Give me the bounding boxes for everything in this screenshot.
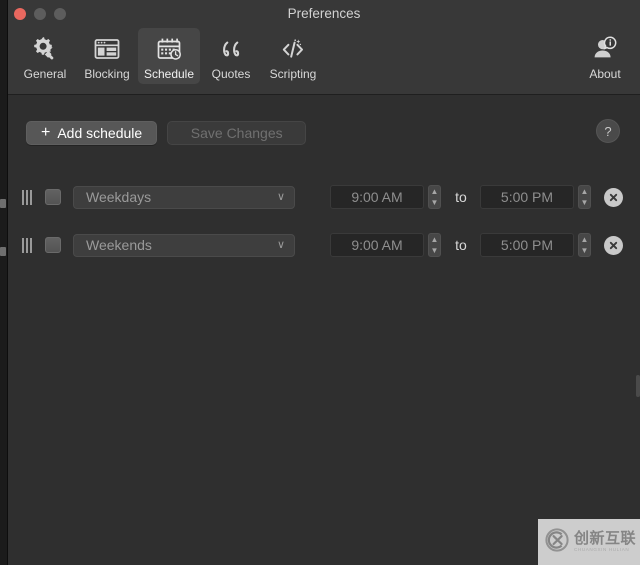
schedule-row: Weekdays ∨ 9:00 AM ▲ ▼ to 5:00 PM ▲ ▼ (8, 173, 640, 221)
watermark-en: CHUANGXIN HULIAN (574, 547, 630, 553)
stepper-up-icon: ▲ (430, 186, 439, 196)
help-button[interactable]: ? (596, 119, 620, 143)
save-changes-label: Save Changes (190, 125, 283, 141)
start-time-field[interactable]: 9:00 AM (330, 233, 424, 257)
code-sparkle-icon (278, 32, 308, 66)
delete-schedule-button[interactable] (604, 187, 623, 207)
titlebar: Preferences (8, 0, 640, 28)
toolbar-item-about-label: About (589, 67, 621, 81)
screen: Preferences General Blocking Schedule Qu… (0, 0, 640, 565)
calendar-clock-icon (154, 32, 184, 66)
toolbar-item-general-label: General (23, 67, 67, 81)
start-time-stepper[interactable]: ▲ ▼ (428, 185, 441, 209)
schedule-list: Weekdays ∨ 9:00 AM ▲ ▼ to 5:00 PM ▲ ▼ We… (8, 173, 640, 269)
toolbar-item-schedule[interactable]: Schedule (138, 28, 200, 84)
to-label: to (455, 189, 467, 205)
schedule-enabled-checkbox[interactable] (45, 237, 61, 253)
chevron-down-icon: ∨ (276, 238, 285, 251)
content-area: + Add schedule Save Changes ? Weekdays ∨… (8, 95, 640, 565)
delete-schedule-button[interactable] (604, 235, 623, 255)
schedule-row: Weekends ∨ 9:00 AM ▲ ▼ to 5:00 PM ▲ ▼ (8, 221, 640, 269)
toolbar-item-scripting[interactable]: Scripting (262, 28, 324, 84)
end-time-value: 5:00 PM (500, 237, 554, 253)
toolbar: General Blocking Schedule Quotes Scripti… (8, 28, 640, 95)
preferences-window: Preferences General Blocking Schedule Qu… (8, 0, 640, 565)
watermark: 创新互联 CHUANGXIN HULIAN (538, 519, 640, 565)
plus-icon: + (41, 124, 51, 141)
stepper-up-icon: ▲ (580, 186, 589, 196)
start-time-value: 9:00 AM (351, 237, 403, 253)
person-info-icon (590, 32, 620, 66)
end-time-stepper[interactable]: ▲ ▼ (578, 233, 591, 257)
watermark-text: 创新互联 CHUANGXIN HULIAN (574, 531, 636, 553)
scrollbar-thumb[interactable] (636, 375, 640, 397)
window-title: Preferences (287, 6, 361, 21)
schedule-enabled-checkbox[interactable] (45, 189, 61, 205)
chevron-down-icon: ∨ (276, 190, 285, 203)
toolbar-item-blocking[interactable]: Blocking (76, 28, 138, 84)
end-time-field[interactable]: 5:00 PM (480, 185, 574, 209)
toolbar-item-quotes[interactable]: Quotes (200, 28, 262, 84)
day-selection-value: Weekends (86, 237, 152, 253)
close-x-icon (609, 193, 618, 201)
toolbar-item-about[interactable]: About (574, 28, 636, 84)
add-schedule-button[interactable]: + Add schedule (26, 121, 158, 145)
toolbar-right-group: About (574, 28, 636, 84)
watermark-logo-icon (544, 527, 570, 558)
toolbar-items: General Blocking Schedule Quotes Scripti… (14, 28, 324, 84)
window-edge-nub-top (0, 199, 6, 208)
drag-handle-icon[interactable] (22, 237, 35, 253)
end-time-field[interactable]: 5:00 PM (480, 233, 574, 257)
toolbar-item-scripting-label: Scripting (269, 67, 317, 81)
stepper-down-icon: ▼ (430, 245, 439, 255)
to-label: to (455, 237, 467, 253)
toolbar-item-general[interactable]: General (14, 28, 76, 84)
toolbar-item-blocking-label: Blocking (84, 67, 130, 81)
day-selection-value: Weekdays (86, 189, 152, 205)
end-time-stepper[interactable]: ▲ ▼ (578, 185, 591, 209)
day-selection-dropdown[interactable]: Weekdays ∨ (73, 185, 295, 209)
start-time-value: 9:00 AM (351, 189, 403, 205)
end-time-value: 5:00 PM (500, 189, 554, 205)
action-bar: + Add schedule Save Changes (26, 121, 307, 145)
save-changes-button[interactable]: Save Changes (167, 121, 307, 145)
help-label: ? (604, 123, 612, 139)
add-schedule-label: Add schedule (57, 125, 143, 141)
browser-window-icon (92, 32, 122, 66)
stepper-up-icon: ▲ (430, 234, 439, 244)
stepper-down-icon: ▼ (430, 197, 439, 207)
start-time-field[interactable]: 9:00 AM (330, 185, 424, 209)
toolbar-item-quotes-label: Quotes (211, 67, 251, 81)
stepper-up-icon: ▲ (580, 234, 589, 244)
gear-wrench-icon (30, 32, 60, 66)
watermark-cn: 创新互联 (574, 530, 637, 548)
toolbar-item-schedule-label: Schedule (143, 67, 195, 81)
quotation-mark-icon (216, 32, 246, 66)
drag-handle-icon[interactable] (22, 189, 35, 205)
start-time-stepper[interactable]: ▲ ▼ (428, 233, 441, 257)
close-x-icon (609, 241, 618, 249)
stepper-down-icon: ▼ (580, 197, 589, 207)
stepper-down-icon: ▼ (580, 245, 589, 255)
window-edge-nub-bottom (0, 247, 6, 256)
day-selection-dropdown[interactable]: Weekends ∨ (73, 233, 295, 257)
